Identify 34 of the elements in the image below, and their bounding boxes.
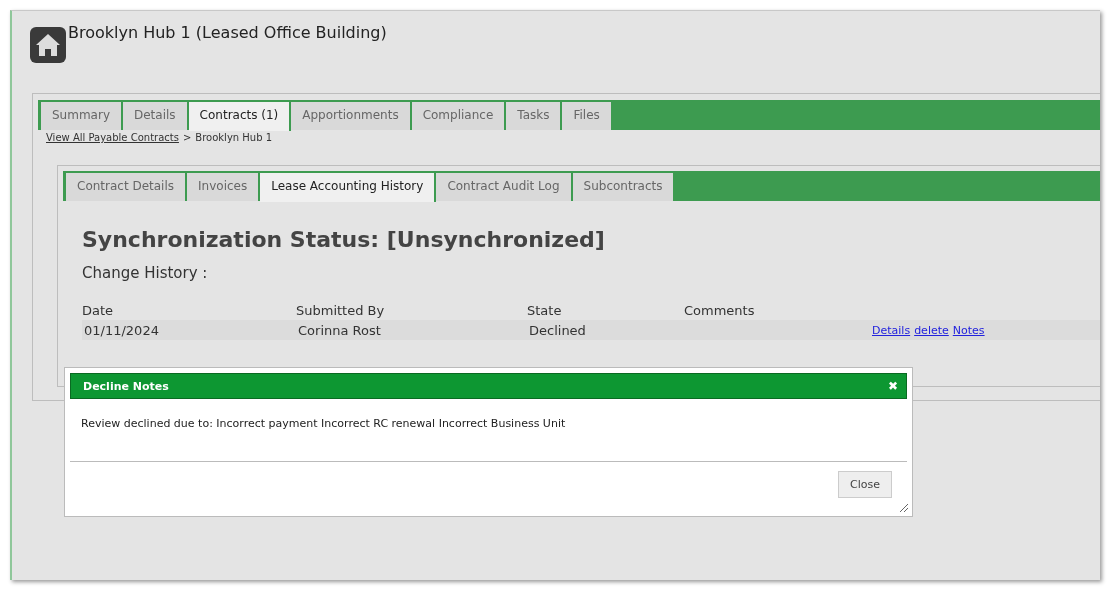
dialog-message: Review declined due to: Incorrect payment Incorrect RC renewal Incorrect Business Unit [70,399,907,462]
table-cell-text: 01/11/2024 [84,322,160,338]
tab[interactable]: Contracts (1) [188,102,292,131]
breadcrumb-current: Brooklyn Hub 1 [195,132,273,143]
home-icon [30,27,66,63]
close-button[interactable]: Close [838,471,892,498]
column-header: State [527,302,563,318]
column-header: Comments [684,302,756,318]
tab[interactable]: Invoices [187,173,261,201]
table-cell-text: Declined [529,322,587,338]
tab[interactable]: Apportionments [291,102,412,130]
breadcrumb-separator: > [182,132,192,143]
tab[interactable]: Tasks [506,102,563,130]
dialog-title: Decline Notes [83,379,169,393]
close-icon[interactable]: ✖ [887,379,898,393]
table-cell-text: Corinna Rost [298,322,382,338]
row-link[interactable]: Notes [952,323,985,337]
tab[interactable]: Compliance [411,102,507,130]
tab[interactable]: Summary [41,102,123,130]
tab[interactable]: Subcontracts [572,173,676,201]
tab[interactable]: Lease Accounting History [260,173,437,202]
column-header: Date [82,302,115,318]
breadcrumb-link[interactable]: View All Payable Contracts [46,132,179,143]
tab[interactable]: Contract Details [66,173,188,201]
tab[interactable]: Files [562,102,613,130]
row-link[interactable]: Details [872,323,911,337]
column-header: Submitted By [296,302,386,318]
resize-grip-icon[interactable] [899,503,909,513]
tab[interactable]: Details [123,102,189,130]
tab[interactable]: Contract Audit Log [436,173,573,201]
section-title: Change History : [82,264,209,282]
page-title: Brooklyn Hub 1 (Leased Office Building) [68,23,387,42]
sync-status-heading: Synchronization Status: [Unsynchronized] [82,227,606,252]
row-link[interactable]: delete [914,323,949,337]
